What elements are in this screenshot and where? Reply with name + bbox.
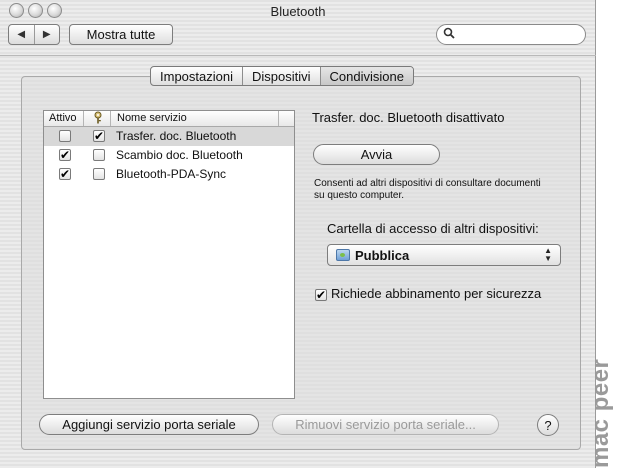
key-icon[interactable] bbox=[93, 111, 103, 127]
service-name: Bluetooth-PDA-Sync bbox=[116, 167, 227, 181]
table-header: Attivo Nome servizio bbox=[44, 111, 294, 127]
pairing-checkbox[interactable]: ✔ bbox=[315, 289, 327, 301]
table-row[interactable]: ✔ Bluetooth-PDA-Sync bbox=[44, 165, 294, 184]
table-row[interactable]: ✔ Trasfer. doc. Bluetooth bbox=[44, 127, 294, 146]
column-divider bbox=[278, 111, 279, 126]
service-status: Trasfer. doc. Bluetooth disattivato bbox=[312, 110, 505, 125]
folder-popup[interactable]: Pubblica ▲ ▼ bbox=[327, 244, 561, 266]
service-name: Trasfer. doc. Bluetooth bbox=[116, 129, 237, 143]
pairing-option[interactable]: ✔ Richiede abbinamento per sicurezza bbox=[315, 286, 541, 301]
help-button[interactable]: ? bbox=[537, 414, 559, 436]
service-name: Scambio doc. Bluetooth bbox=[116, 148, 243, 162]
table-row[interactable]: ✔ Scambio doc. Bluetooth bbox=[44, 146, 294, 165]
folder-label: Cartella di accesso di altri dispositivi… bbox=[327, 221, 539, 236]
active-checkbox[interactable] bbox=[59, 130, 71, 142]
folder-icon bbox=[336, 249, 350, 261]
show-all-button[interactable]: Mostra tutte bbox=[69, 24, 173, 45]
toolbar-divider bbox=[0, 55, 596, 56]
search-field[interactable] bbox=[436, 24, 586, 45]
add-serial-port-button[interactable]: Aggiungi servizio porta seriale bbox=[39, 414, 259, 435]
key-checkbox[interactable] bbox=[93, 149, 105, 161]
nav-segment: ◀ ▶ bbox=[8, 24, 60, 45]
column-header-active[interactable]: Attivo bbox=[49, 112, 77, 124]
column-divider bbox=[110, 111, 111, 126]
column-header-name[interactable]: Nome servizio bbox=[117, 112, 187, 124]
remove-serial-port-button[interactable]: Rimuovi servizio porta seriale... bbox=[272, 414, 499, 435]
services-table[interactable]: Attivo Nome servizio ✔ Trasfer. doc. Blu… bbox=[43, 110, 295, 399]
column-divider bbox=[83, 111, 84, 126]
back-arrow-icon[interactable]: ◀ bbox=[9, 25, 34, 44]
tab-condivisione[interactable]: Condivisione bbox=[319, 67, 413, 85]
service-description: Consenti ad altri dispositivi di consult… bbox=[314, 178, 541, 201]
tab-impostazioni[interactable]: Impostazioni bbox=[151, 67, 242, 85]
folder-value: Pubblica bbox=[355, 248, 410, 263]
tab-bar: Impostazioni Dispositivi Condivisione bbox=[150, 66, 414, 86]
forward-arrow-icon[interactable]: ▶ bbox=[33, 25, 60, 44]
preferences-window: Bluetooth ◀ ▶ Mostra tutte Impostazioni … bbox=[0, 0, 596, 468]
search-icon bbox=[443, 27, 455, 42]
popup-arrows-icon: ▲ ▼ bbox=[544, 246, 552, 263]
active-checkbox[interactable]: ✔ bbox=[59, 149, 71, 161]
watermark: mac peer bbox=[587, 358, 614, 468]
toolbar: ◀ ▶ Mostra tutte bbox=[0, 20, 596, 54]
active-checkbox[interactable]: ✔ bbox=[59, 168, 71, 180]
tab-dispositivi[interactable]: Dispositivi bbox=[241, 67, 320, 85]
pairing-label: Richiede abbinamento per sicurezza bbox=[331, 286, 542, 301]
start-button[interactable]: Avvia bbox=[313, 144, 440, 165]
key-checkbox[interactable] bbox=[93, 168, 105, 180]
key-checkbox[interactable]: ✔ bbox=[93, 130, 105, 142]
window-title: Bluetooth bbox=[270, 4, 326, 19]
